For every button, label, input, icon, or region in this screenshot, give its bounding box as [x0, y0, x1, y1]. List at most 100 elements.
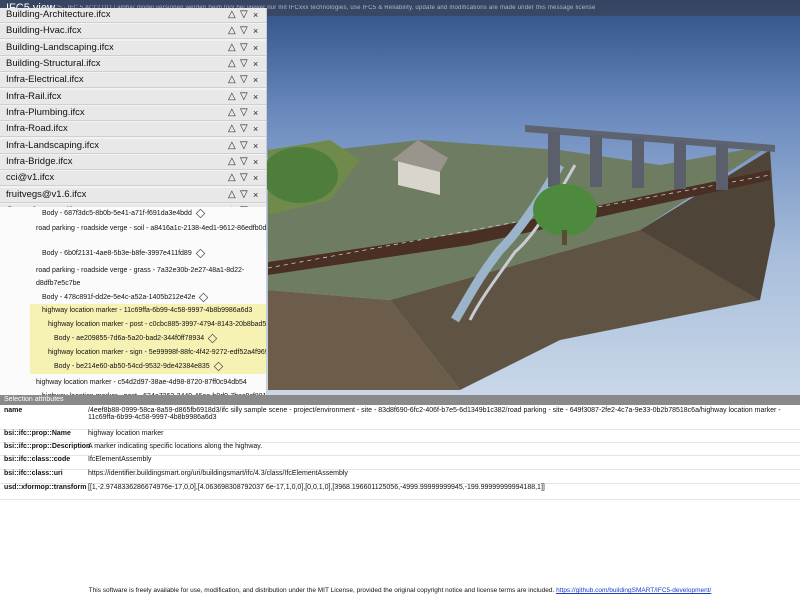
move-up-icon[interactable]: △ — [228, 139, 236, 153]
model-tree: Body - 687f3dc5-8b0b-5e41-a71f-f691da3e4… — [0, 207, 266, 395]
file-name: Building-Landscaping.ifcx — [6, 41, 114, 53]
attribute-key: name — [4, 407, 23, 414]
move-up-icon[interactable]: △ — [228, 57, 236, 71]
close-icon[interactable]: × — [253, 188, 258, 202]
tree-left — [262, 147, 338, 203]
tree-node-label: Body - ae209855-7d6a-5a20-bad2-344f0ff78… — [54, 335, 205, 342]
move-down-icon[interactable]: ▽ — [240, 41, 248, 55]
tree-node[interactable]: highway location marker - post - c0cbc88… — [30, 318, 267, 332]
move-up-icon[interactable]: △ — [228, 171, 236, 185]
tree-node[interactable]: road parking - roadside verge - soil - a… — [36, 222, 266, 236]
close-icon[interactable]: × — [253, 8, 258, 22]
close-icon[interactable]: × — [253, 57, 258, 71]
tree-node[interactable]: Body - ae209855-7d6a-5a20-bad2-344f0ff78… — [30, 332, 266, 346]
move-up-icon[interactable]: △ — [228, 188, 236, 202]
attribute-row: bsi::ifc::prop::Description A marker indi… — [0, 443, 800, 456]
attribute-value: highway location marker — [88, 430, 164, 437]
move-down-icon[interactable]: ▽ — [240, 122, 248, 136]
tree-node-label: Body - 478c891f-dd2e-5e4c-a52a-1405b212e… — [42, 294, 196, 301]
file-row[interactable]: fruitvegs@v1.6.ifcx △ ▽ × — [0, 187, 266, 203]
move-down-icon[interactable]: ▽ — [240, 8, 248, 22]
tree-node[interactable]: highway location marker - sign - 5e99998… — [30, 346, 267, 360]
file-name: Building-Architecture.ifcx — [6, 9, 111, 20]
tree-node[interactable]: highway location marker - 11c69ffa-6b99-… — [30, 304, 266, 318]
close-icon[interactable]: × — [253, 41, 258, 55]
move-down-icon[interactable]: ▽ — [240, 24, 248, 38]
tree-node[interactable]: Body - be214e60-ab50-54cd-9532-9de42384e… — [30, 360, 266, 374]
cube-icon[interactable] — [199, 292, 209, 302]
attribute-key: usd::xformop::transform — [4, 484, 87, 491]
file-row[interactable]: Infra-Plumbing.ifcx △ ▽ × — [0, 106, 266, 122]
tree-node[interactable]: Body - 687f3dc5-8b0b-5e41-a71f-f691da3e4… — [42, 207, 206, 221]
attribute-row: bsi::ifc::class::uri https://identifier.b… — [0, 470, 800, 484]
move-up-icon[interactable]: △ — [228, 122, 236, 136]
file-row[interactable]: Infra-Road.ifcx △ ▽ × — [0, 122, 266, 138]
cube-icon[interactable] — [195, 248, 205, 258]
close-icon[interactable]: × — [253, 139, 258, 153]
tree-node[interactable]: Body - 478c891f-dd2e-5e4c-a52a-1405b212e… — [42, 291, 209, 305]
file-row[interactable]: cci@v1.ifcx △ ▽ × — [0, 171, 266, 187]
file-row[interactable]: Infra-Rail.ifcx △ ▽ × — [0, 89, 266, 105]
file-row[interactable]: Building-Architecture.ifcx △ ▽ × — [0, 8, 266, 23]
move-up-icon[interactable]: △ — [228, 73, 236, 87]
tree-node-label: highway location marker - sign - 5e99998… — [48, 349, 267, 356]
tree-node-label: highway location marker - post - c0cbc88… — [48, 321, 267, 328]
cube-icon[interactable] — [195, 208, 206, 218]
selection-attributes: Selection attributes name/4eef8b88-0999-… — [0, 395, 800, 585]
attribute-key: bsi::ifc::class::code — [4, 456, 71, 463]
close-icon[interactable]: × — [253, 122, 258, 136]
move-down-icon[interactable]: ▽ — [240, 73, 248, 87]
close-icon[interactable]: × — [253, 155, 258, 169]
close-icon[interactable]: × — [253, 24, 258, 38]
move-up-icon[interactable]: △ — [228, 8, 236, 22]
github-link[interactable]: https://github.com/buildingSMART/IFC5-de… — [556, 587, 711, 594]
file-row[interactable]: Building-Structural.ifcx △ ▽ × — [0, 57, 266, 73]
tree-node[interactable]: road parking - roadside verge - grass - … — [36, 264, 244, 278]
tree-node[interactable]: highway location marker - c54d2d97-38ae-… — [36, 376, 247, 390]
move-down-icon[interactable]: ▽ — [240, 90, 248, 104]
move-up-icon[interactable]: △ — [228, 106, 236, 120]
close-icon[interactable]: × — [253, 171, 258, 185]
attribute-key: bsi::ifc::prop::Name — [4, 430, 71, 437]
attribute-value: /4eef8b88-0999-58ca-8a59-d865fb6918d3/if… — [88, 407, 781, 421]
move-down-icon[interactable]: ▽ — [240, 155, 248, 169]
tree-node[interactable]: Body - 6b0f2131-4ae8-5b3e-b8fe-3997e411f… — [42, 247, 205, 261]
footer: This software is freely available for us… — [0, 585, 800, 600]
file-row[interactable]: Infra-Electrical.ifcx △ ▽ × — [0, 73, 266, 89]
file-name: fruitvegs@v1.6.ifcx — [6, 188, 87, 200]
move-up-icon[interactable]: △ — [228, 155, 236, 169]
move-up-icon[interactable]: △ — [228, 24, 236, 38]
move-down-icon[interactable]: ▽ — [240, 106, 248, 120]
move-down-icon[interactable]: ▽ — [240, 139, 248, 153]
tree-node[interactable]: d8dfb7e5c7be — [36, 277, 80, 291]
move-up-icon[interactable]: △ — [228, 41, 236, 55]
file-name: Infra-Bridge.ifcx — [6, 156, 73, 168]
close-icon[interactable]: × — [253, 90, 258, 104]
file-list: Building-Architecture.ifcx △ ▽ × Building-Hv… — [0, 8, 266, 220]
file-row[interactable]: Building-Landscaping.ifcx △ ▽ × — [0, 40, 266, 56]
file-name: Infra-Landscaping.ifcx — [6, 139, 99, 151]
move-up-icon[interactable]: △ — [228, 90, 236, 104]
attribute-row: bsi::ifc::class::code IfcElementAssembly — [0, 456, 800, 470]
file-name: Infra-Rail.ifcx — [6, 90, 62, 102]
file-row[interactable]: Infra-Landscaping.ifcx △ ▽ × — [0, 138, 266, 154]
file-row[interactable]: Infra-Bridge.ifcx △ ▽ × — [0, 155, 266, 171]
file-row[interactable]: Building-Hvac.ifcx △ ▽ × — [0, 24, 266, 40]
file-name: Building-Structural.ifcx — [6, 58, 101, 70]
tree-node-label: Body - be214e60-ab50-54cd-9532-9de42384e… — [54, 363, 210, 370]
attribute-value: A marker indicating specific locations a… — [88, 443, 263, 450]
tree-right — [533, 184, 597, 236]
cube-icon[interactable] — [207, 333, 218, 343]
close-icon[interactable]: × — [253, 106, 258, 120]
move-down-icon[interactable]: ▽ — [240, 188, 248, 202]
close-icon[interactable]: × — [253, 73, 258, 87]
file-name: cci@v1.ifcx — [6, 172, 55, 184]
file-panel: Building-Architecture.ifcx △ ▽ × Building-Hv… — [0, 8, 267, 395]
attribute-value: IfcElementAssembly — [88, 456, 152, 463]
move-down-icon[interactable]: ▽ — [240, 171, 248, 185]
cube-icon[interactable] — [213, 361, 223, 371]
file-name: Infra-Road.ifcx — [6, 123, 68, 135]
tree-node-label: Body - 687f3dc5-8b0b-5e41-a71f-f691da3e4… — [42, 210, 192, 217]
attribute-row: bsi::ifc::prop::Name highway location mar… — [0, 430, 800, 443]
move-down-icon[interactable]: ▽ — [240, 57, 248, 71]
